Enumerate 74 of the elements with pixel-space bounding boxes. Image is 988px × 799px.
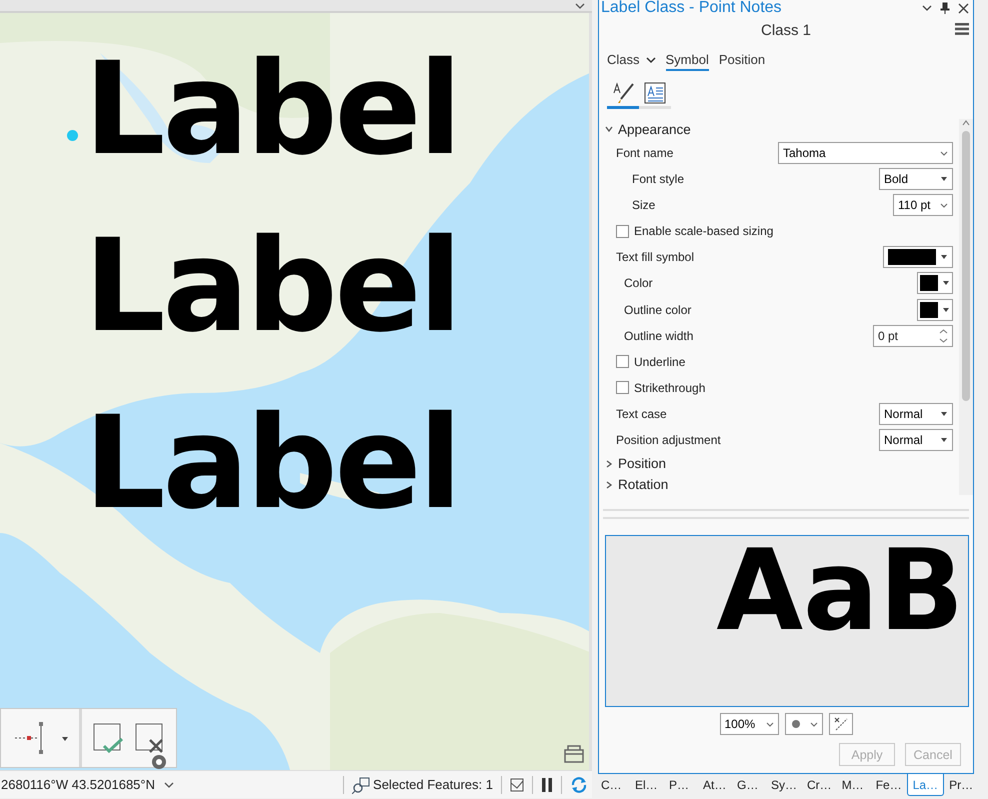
map-label: Label: [84, 34, 460, 186]
chevron-down-icon[interactable]: [605, 125, 613, 134]
menu-icon[interactable]: [955, 23, 969, 35]
pane-tab[interactable]: M…: [836, 774, 871, 796]
dropdown[interactable]: Bold: [879, 168, 953, 190]
tab[interactable]: Class: [607, 50, 656, 71]
color-picker[interactable]: [917, 272, 953, 294]
property-label: Outline width: [624, 328, 694, 343]
pane-tab[interactable]: Sy…: [766, 774, 802, 796]
pane-tab[interactable]: El…: [630, 774, 664, 796]
select-zoom-icon[interactable]: [352, 776, 370, 794]
dropdown[interactable]: Normal: [879, 403, 953, 426]
checkbox[interactable]: [616, 224, 629, 238]
map-label: Label: [84, 211, 460, 363]
color-picker[interactable]: [883, 246, 953, 268]
chevron-down-icon: [646, 54, 656, 64]
toggle-button[interactable]: [828, 713, 852, 735]
property-label: Size: [632, 198, 656, 212]
pause-icon[interactable]: [541, 778, 553, 792]
checkbox-label: Strikethrough: [634, 380, 706, 395]
splitter-handle[interactable]: [603, 509, 969, 519]
preview-sample-text: AaB: [716, 536, 965, 646]
dropdown[interactable]: Normal: [879, 429, 953, 452]
refresh-icon[interactable]: [570, 776, 588, 794]
combo-box[interactable]: 110 pt: [893, 194, 953, 216]
finish-check-icon[interactable]: [92, 722, 124, 754]
close-icon[interactable]: [958, 2, 969, 14]
chevron-up-icon: [962, 119, 970, 127]
scrollbar[interactable]: [959, 119, 973, 495]
layers-icon[interactable]: [563, 744, 585, 764]
property-label: Font name: [616, 146, 674, 160]
pane-tab[interactable]: Cr…: [802, 774, 837, 796]
color-picker[interactable]: [917, 298, 953, 321]
checkbox-label: Enable scale-based sizing: [634, 224, 774, 238]
chevron-right-icon[interactable]: [605, 480, 613, 489]
section-header[interactable]: Position: [618, 456, 666, 472]
pin-icon[interactable]: [940, 2, 950, 14]
checkbox-label: Underline: [634, 354, 686, 369]
property-label: Font style: [632, 172, 684, 186]
chevron-down-icon[interactable]: [922, 3, 932, 13]
brush-icon: [611, 80, 635, 104]
number-field[interactable]: 0 pt: [873, 324, 953, 347]
spinner-arrows-icon: [939, 328, 948, 344]
property-label: Outline color: [624, 302, 692, 317]
coordinates-text: 2680116°W 43.5201685°N: [1, 777, 155, 792]
tab[interactable]: Position: [718, 50, 766, 71]
combo-box[interactable]: Tahoma: [778, 142, 953, 164]
checkbox[interactable]: [616, 355, 629, 368]
pane-tab[interactable]: At…: [698, 774, 732, 796]
chevron-right-icon[interactable]: [605, 460, 613, 468]
section-header[interactable]: Appearance: [618, 122, 691, 137]
pane-tab[interactable]: P…: [664, 774, 698, 796]
pane-tab[interactable]: Fe…: [870, 774, 907, 796]
panel-title: Label Class - Point Notes: [601, 0, 782, 17]
pane-tab[interactable]: C…: [596, 774, 630, 796]
property-label: Text case: [616, 407, 667, 422]
zoom-dropdown[interactable]: 100%: [720, 713, 778, 735]
point-dropdown[interactable]: [784, 713, 822, 735]
cancel-x-icon[interactable]: [134, 722, 166, 754]
checkbox[interactable]: [616, 381, 629, 394]
property-label: Position adjustment: [616, 433, 721, 448]
section-header[interactable]: Rotation: [618, 477, 668, 492]
pane-tab[interactable]: La…: [906, 774, 944, 796]
tab[interactable]: Symbol: [666, 50, 709, 71]
selected-features-text: Selected Features: 1: [373, 777, 493, 792]
diagonal-line-icon: [834, 717, 848, 731]
pane-tab[interactable]: Pr…: [944, 774, 978, 796]
text-frame-icon: [644, 82, 666, 104]
class-name-text: Class 1: [760, 22, 812, 38]
property-label: Text fill symbol: [616, 250, 694, 264]
property-label: Color: [624, 276, 653, 290]
map-label: Label: [84, 388, 460, 540]
caret-icon[interactable]: [61, 734, 69, 742]
pane-tab[interactable]: G…: [732, 774, 766, 796]
